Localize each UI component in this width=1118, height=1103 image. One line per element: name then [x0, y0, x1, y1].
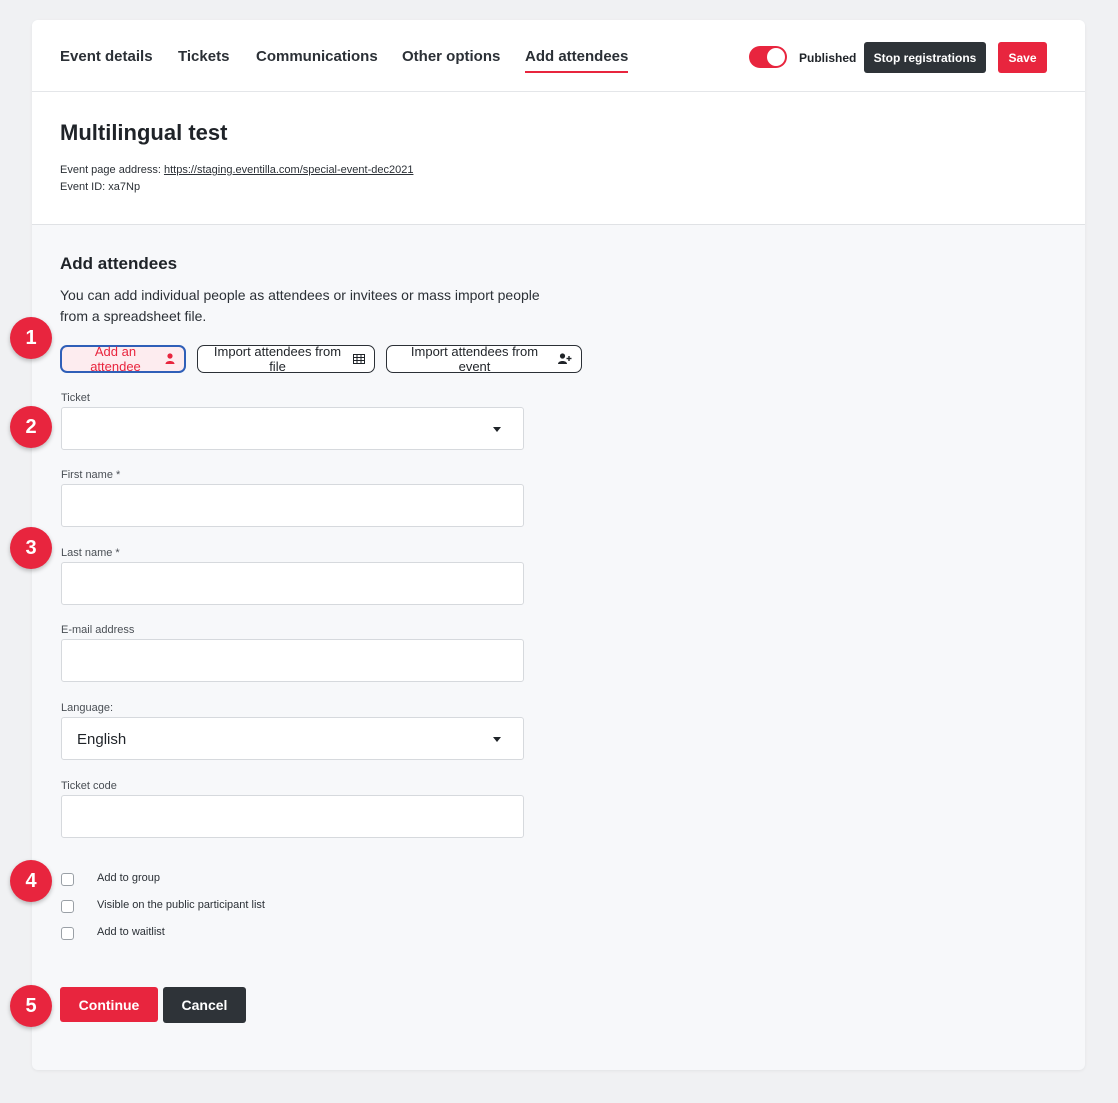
- import-from-event-label: Import attendees from event: [410, 344, 539, 374]
- tab-tickets[interactable]: Tickets: [178, 48, 229, 71]
- event-address-label: Event page address:: [60, 164, 164, 176]
- add-to-group-label: Add to group: [97, 872, 160, 884]
- step-marker-5: 5: [10, 985, 52, 1027]
- tab-communications[interactable]: Communications: [256, 48, 378, 71]
- tab-other-options[interactable]: Other options: [402, 48, 500, 71]
- first-name-input[interactable]: [61, 484, 524, 527]
- user-icon: [165, 352, 175, 367]
- user-plus-icon: [558, 352, 572, 367]
- event-id: Event ID: xa7Np: [60, 181, 141, 193]
- caret-down-icon: [493, 427, 501, 432]
- add-attendee-label: Add an attendee: [90, 344, 141, 374]
- published-label: Published: [799, 51, 857, 65]
- email-input[interactable]: [61, 639, 524, 682]
- language-label: Language:: [61, 702, 113, 714]
- last-name-label: Last name *: [61, 547, 120, 559]
- save-button[interactable]: Save: [998, 42, 1047, 73]
- step-marker-3: 3: [10, 527, 52, 569]
- email-label: E-mail address: [61, 624, 135, 636]
- continue-button[interactable]: Continue: [60, 987, 158, 1022]
- event-page-link[interactable]: https://staging.eventilla.com/special-ev…: [164, 164, 413, 176]
- section-title: Add attendees: [60, 254, 178, 273]
- language-selected-value: English: [77, 731, 127, 748]
- published-toggle[interactable]: [749, 46, 787, 68]
- checkbox-row-add-to-group: Add to group: [61, 871, 160, 887]
- waitlist-label: Add to waitlist: [97, 926, 165, 938]
- stop-registrations-button[interactable]: Stop registrations: [864, 42, 986, 73]
- top-navigation-bar: Event details Tickets Communications Oth…: [32, 20, 1085, 92]
- event-header: Multilingual test Event page address: ht…: [32, 92, 1085, 225]
- waitlist-checkbox[interactable]: [61, 926, 74, 940]
- step-marker-2: 2: [10, 406, 52, 448]
- table-icon: [353, 352, 365, 367]
- event-page-address: Event page address: https://staging.even…: [60, 164, 413, 176]
- add-attendee-button[interactable]: Add an attendee: [60, 344, 186, 374]
- last-name-input[interactable]: [61, 562, 524, 605]
- first-name-label: First name *: [61, 469, 121, 481]
- tab-event-details[interactable]: Event details: [60, 48, 153, 71]
- tab-add-attendees[interactable]: Add attendees: [525, 48, 629, 73]
- import-from-file-button[interactable]: Import attendees from file: [197, 344, 375, 374]
- step-marker-4: 4: [10, 860, 52, 902]
- cancel-button[interactable]: Cancel: [163, 987, 246, 1023]
- import-from-file-label: Import attendees from file: [213, 344, 342, 374]
- ticket-label: Ticket: [61, 392, 90, 404]
- caret-down-icon: [493, 737, 501, 742]
- language-select[interactable]: English: [61, 717, 524, 760]
- ticket-select[interactable]: [61, 407, 524, 450]
- add-to-group-checkbox[interactable]: [61, 872, 74, 886]
- import-from-event-button[interactable]: Import attendees from event: [386, 344, 582, 374]
- ticket-code-label: Ticket code: [61, 780, 117, 792]
- toggle-knob: [767, 48, 785, 66]
- event-title: Multilingual test: [60, 120, 228, 145]
- checkbox-row-public-list: Visible on the public participant list: [61, 898, 265, 914]
- section-description: You can add individual people as attende…: [60, 287, 540, 324]
- ticket-code-input[interactable]: [61, 795, 524, 838]
- public-list-checkbox[interactable]: [61, 899, 74, 913]
- main-card: Event details Tickets Communications Oth…: [32, 20, 1085, 1070]
- step-marker-1: 1: [10, 317, 52, 359]
- public-list-label: Visible on the public participant list: [97, 899, 265, 911]
- checkbox-row-waitlist: Add to waitlist: [61, 925, 165, 941]
